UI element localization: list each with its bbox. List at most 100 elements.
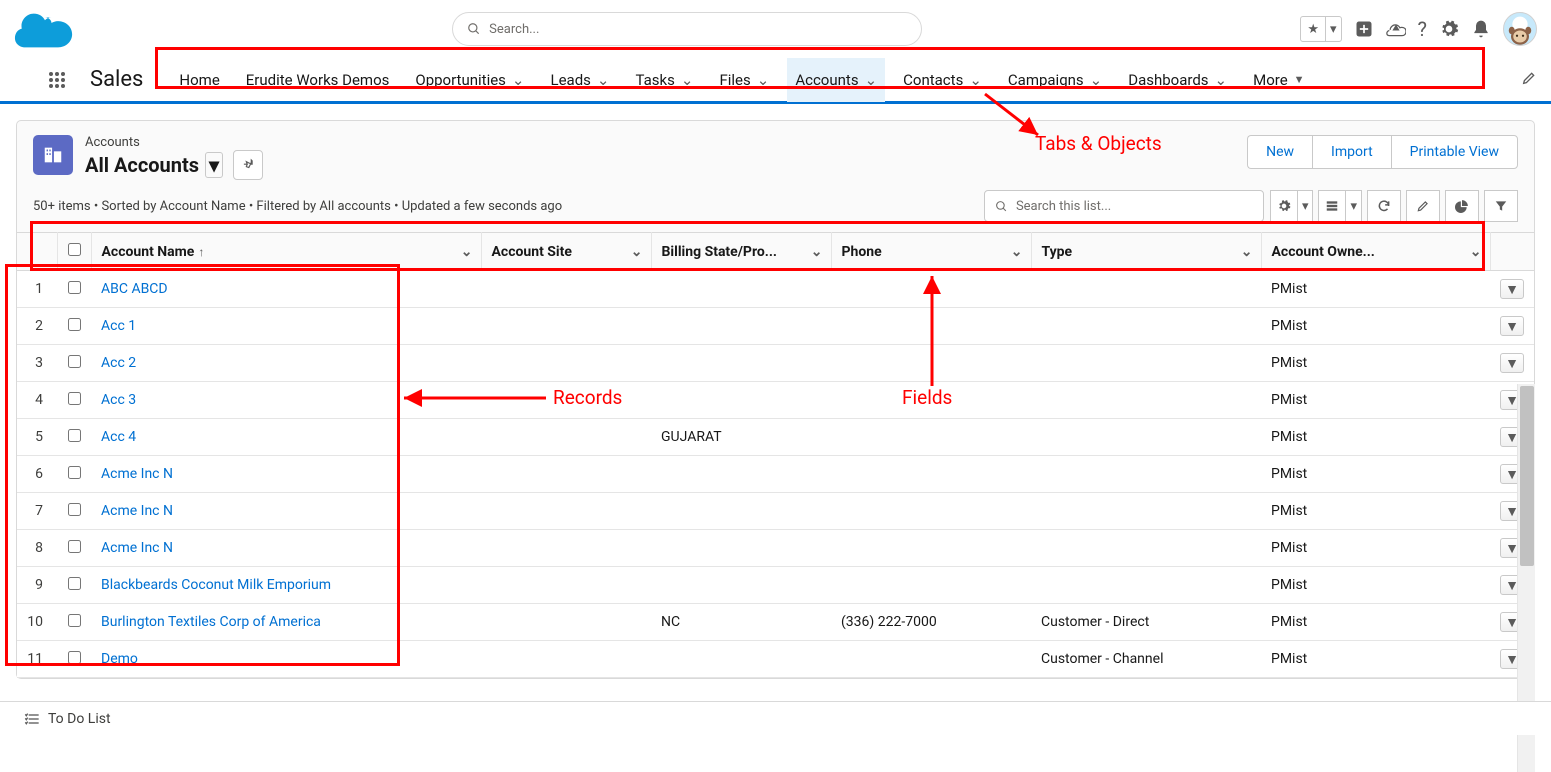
row-checkbox[interactable]: [68, 392, 81, 405]
setup-button[interactable]: [1439, 19, 1459, 39]
printable-view-button[interactable]: Printable View: [1391, 135, 1518, 169]
col-checkbox[interactable]: [57, 233, 91, 271]
chevron-down-icon[interactable]: ▼: [1294, 73, 1305, 86]
chevron-down-icon[interactable]: ⌄: [1011, 244, 1023, 260]
account-name-link[interactable]: Demo: [101, 651, 138, 667]
add-button[interactable]: [1354, 19, 1374, 39]
account-name-link[interactable]: Acc 3: [101, 392, 136, 408]
row-checkbox[interactable]: [68, 281, 81, 294]
cell-phone: [831, 419, 1031, 456]
chevron-down-icon: ▾: [205, 152, 223, 178]
row-actions-button[interactable]: ▼: [1500, 279, 1524, 299]
chevron-down-icon[interactable]: ⌄: [757, 71, 770, 89]
list-meta: 50+ items • Sorted by Account Name • Fil…: [33, 199, 984, 214]
nav-tab-tasks[interactable]: Tasks⌄: [627, 58, 701, 102]
display-as-button[interactable]: ▾: [1318, 190, 1362, 222]
row-checkbox[interactable]: [68, 355, 81, 368]
chevron-down-icon[interactable]: ⌄: [512, 71, 525, 89]
edit-nav-button[interactable]: [1521, 70, 1537, 90]
table-icon: [1325, 199, 1339, 213]
row-checkbox[interactable]: [68, 429, 81, 442]
row-number: 7: [17, 493, 57, 530]
account-name-link[interactable]: ABC ABCD: [101, 281, 168, 297]
list-search-input[interactable]: Search this list...: [984, 190, 1264, 222]
select-all-checkbox[interactable]: [68, 243, 81, 256]
account-name-link[interactable]: Acme Inc N: [101, 466, 173, 482]
row-checkbox[interactable]: [68, 614, 81, 627]
col-type[interactable]: Type⌄: [1031, 233, 1261, 271]
global-search-placeholder: Search...: [489, 22, 539, 37]
refresh-button[interactable]: [1367, 190, 1401, 222]
nav-tab-opportunities[interactable]: Opportunities⌄: [407, 58, 532, 102]
nav-tab-accounts[interactable]: Accounts⌄: [787, 58, 885, 102]
row-checkbox[interactable]: [68, 577, 81, 590]
row-checkbox[interactable]: [68, 503, 81, 516]
nav-tab-campaigns[interactable]: Campaigns⌄: [1000, 58, 1110, 102]
refresh-icon: [1377, 199, 1391, 213]
nav-tab-home[interactable]: Home: [171, 58, 227, 102]
help-button[interactable]: ?: [1418, 17, 1427, 41]
bell-icon: [1471, 19, 1491, 39]
row-checkbox[interactable]: [68, 540, 81, 553]
row-checkbox[interactable]: [68, 318, 81, 331]
list-view-name[interactable]: All Accounts ▾: [85, 150, 263, 180]
col-account-site[interactable]: Account Site⌄: [481, 233, 651, 271]
search-icon: [467, 22, 481, 36]
chevron-down-icon[interactable]: ⌄: [865, 71, 878, 89]
list-view-panel: Accounts All Accounts ▾ New Import Print…: [16, 120, 1535, 679]
nav-tab-dashboards[interactable]: Dashboards⌄: [1120, 58, 1235, 102]
chevron-down-icon[interactable]: ⌄: [811, 244, 823, 260]
new-button[interactable]: New: [1247, 135, 1312, 169]
global-search[interactable]: Search...: [452, 12, 922, 46]
row-checkbox[interactable]: [68, 651, 81, 664]
list-controls-button[interactable]: ▾: [1270, 190, 1314, 222]
row-actions-button[interactable]: ▼: [1500, 316, 1524, 336]
row-checkbox[interactable]: [68, 466, 81, 479]
chevron-down-icon[interactable]: ⌄: [1215, 71, 1228, 89]
row-actions-button[interactable]: ▼: [1500, 353, 1524, 373]
chart-button[interactable]: [1445, 190, 1479, 222]
chevron-down-icon[interactable]: ⌄: [681, 71, 694, 89]
cell-type: [1031, 271, 1261, 308]
account-name-link[interactable]: Blackbeards Coconut Milk Emporium: [101, 577, 331, 593]
account-name-link[interactable]: Acme Inc N: [101, 540, 173, 556]
import-button[interactable]: Import: [1312, 135, 1391, 169]
chevron-down-icon[interactable]: ⌄: [1090, 71, 1103, 89]
inline-edit-button[interactable]: [1406, 190, 1440, 222]
cell-owner: PMist: [1261, 641, 1490, 678]
nav-tab-leads[interactable]: Leads⌄: [543, 58, 618, 102]
app-launcher-icon[interactable]: [48, 71, 66, 89]
cell-type: [1031, 345, 1261, 382]
user-avatar[interactable]: [1503, 12, 1537, 46]
cell-type: [1031, 382, 1261, 419]
gear-icon: [1439, 19, 1459, 39]
salesforce-help[interactable]: [1386, 19, 1406, 39]
cell-phone: [831, 641, 1031, 678]
chevron-down-icon[interactable]: ⌄: [597, 71, 610, 89]
account-name-link[interactable]: Burlington Textiles Corp of America: [101, 614, 321, 630]
col-owner[interactable]: Account Owne...⌄: [1261, 233, 1490, 271]
col-account-name[interactable]: Account Name↑⌄: [91, 233, 481, 271]
chevron-down-icon[interactable]: ⌄: [1470, 244, 1482, 260]
nav-tab-contacts[interactable]: Contacts⌄: [895, 58, 990, 102]
col-phone[interactable]: Phone⌄: [831, 233, 1031, 271]
todo-list-button[interactable]: To Do List: [48, 711, 111, 727]
favorites-button[interactable]: ★ ▾: [1300, 16, 1341, 42]
account-name-link[interactable]: Acc 2: [101, 355, 136, 371]
col-billing-state[interactable]: Billing State/Pro...⌄: [651, 233, 831, 271]
chevron-down-icon[interactable]: ⌄: [461, 244, 473, 260]
account-name-link[interactable]: Acc 1: [101, 318, 136, 334]
cell-state: GUJARAT: [651, 419, 831, 456]
chevron-down-icon[interactable]: ⌄: [631, 244, 643, 260]
nav-tab-more[interactable]: More▼: [1245, 58, 1312, 102]
col-rownum: [17, 233, 57, 271]
nav-tab-erudite-works-demos[interactable]: Erudite Works Demos: [238, 58, 398, 102]
pin-button[interactable]: [233, 150, 263, 180]
chevron-down-icon[interactable]: ⌄: [1241, 244, 1253, 260]
account-name-link[interactable]: Acc 4: [101, 429, 136, 445]
filter-button[interactable]: [1484, 190, 1518, 222]
account-name-link[interactable]: Acme Inc N: [101, 503, 173, 519]
notifications-button[interactable]: [1471, 19, 1491, 39]
chevron-down-icon[interactable]: ⌄: [969, 71, 982, 89]
nav-tab-files[interactable]: Files⌄: [711, 58, 777, 102]
